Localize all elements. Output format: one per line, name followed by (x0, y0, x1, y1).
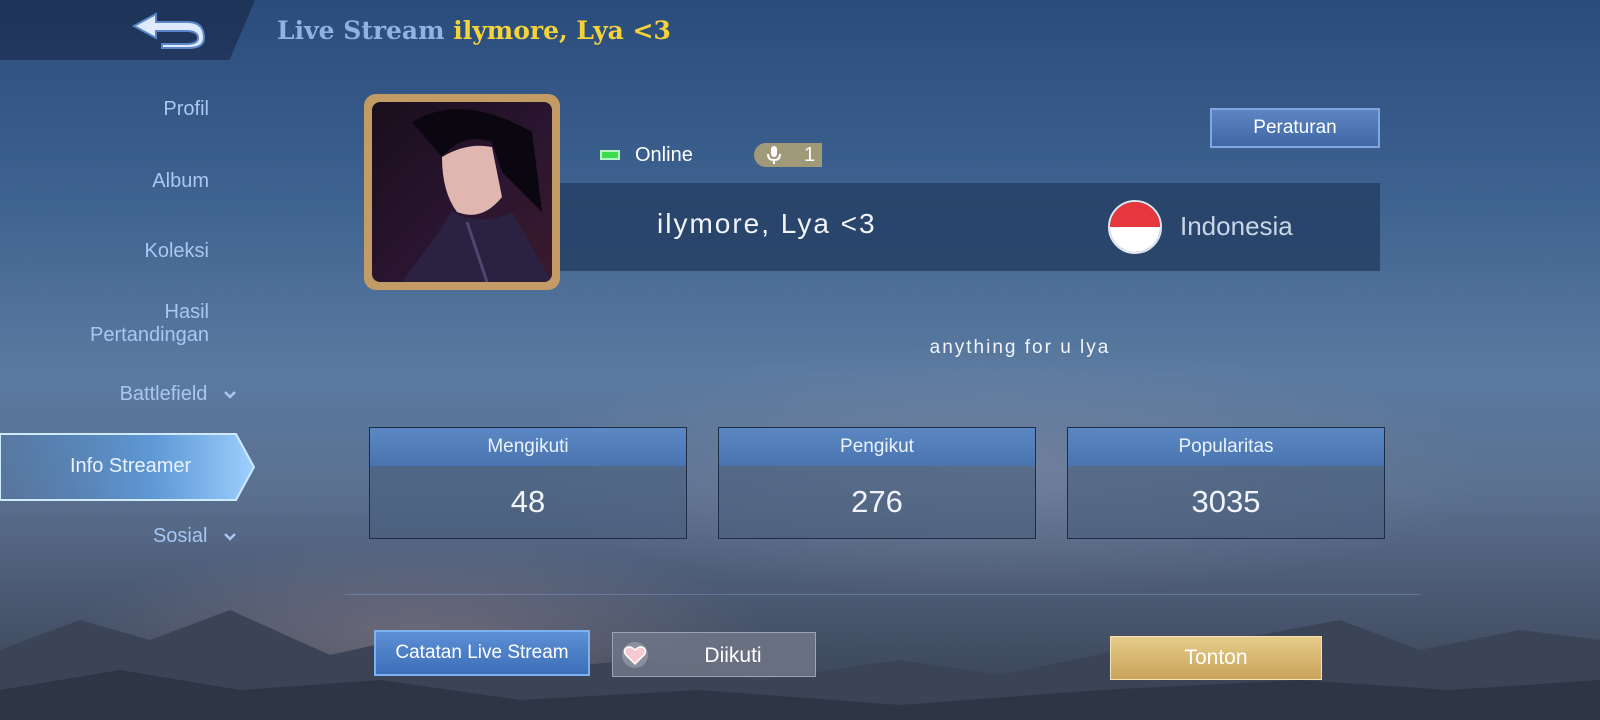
avatar-portrait-icon (402, 109, 552, 282)
mic-badge: 1 (754, 143, 822, 167)
live-stream-log-button[interactable]: Catatan Live Stream (374, 630, 590, 676)
mic-count: 1 (804, 144, 816, 166)
indonesia-flag-icon (1108, 200, 1162, 254)
page-title-prefix: Live Stream (277, 16, 445, 45)
stat-value: 48 (510, 484, 546, 519)
rules-button[interactable]: Peraturan (1210, 108, 1380, 148)
back-arrow-icon (131, 12, 206, 49)
sidebar-item-battlefield[interactable]: Battlefield (37, 383, 237, 406)
stat-label: Mengikuti (370, 428, 686, 466)
avatar-image (372, 102, 552, 282)
online-status-icon (600, 150, 620, 160)
sidebar-item-info-streamer[interactable]: Info Streamer (70, 455, 191, 478)
streamer-bio: anything for u lya (929, 337, 1111, 358)
page-title: Live Stream ilymore, Lya <3 (277, 16, 671, 45)
background-mountains (0, 610, 1600, 720)
sidebar-item-koleksi[interactable]: Koleksi (9, 240, 209, 263)
sidebar-item-label: Battlefield (119, 383, 208, 405)
stat-label: Popularitas (1068, 428, 1384, 466)
chevron-down-icon (224, 532, 236, 541)
page-title-name: ilymore, Lya <3 (453, 16, 671, 45)
stat-label: Pengikut (719, 428, 1035, 466)
followed-button[interactable]: Diikuti (612, 632, 816, 677)
stat-card-followers: Pengikut 276 (718, 427, 1036, 539)
back-button[interactable] (128, 10, 208, 50)
sidebar-item-label: Sosial (152, 525, 208, 547)
watch-button[interactable]: Tonton (1110, 636, 1322, 680)
stat-card-popularity: Popularitas 3035 (1067, 427, 1385, 539)
avatar[interactable] (364, 94, 560, 290)
chevron-down-icon (224, 390, 236, 399)
sidebar-item-label-line1: Hasil (164, 301, 209, 323)
divider (345, 594, 1420, 595)
stat-value: 3035 (1191, 484, 1261, 519)
sidebar-item-profil[interactable]: Profil (9, 98, 209, 121)
followed-label: Diikuti (704, 644, 762, 667)
microphone-icon (767, 146, 781, 164)
stat-value: 276 (851, 484, 903, 519)
country-label: Indonesia (1180, 211, 1293, 241)
sidebar-item-album[interactable]: Album (9, 170, 209, 193)
sidebar-item-sosial[interactable]: Sosial (37, 525, 237, 548)
stat-card-following: Mengikuti 48 (369, 427, 687, 539)
online-status-text: Online (635, 144, 693, 166)
streamer-name: ilymore, Lya <3 (657, 208, 877, 239)
